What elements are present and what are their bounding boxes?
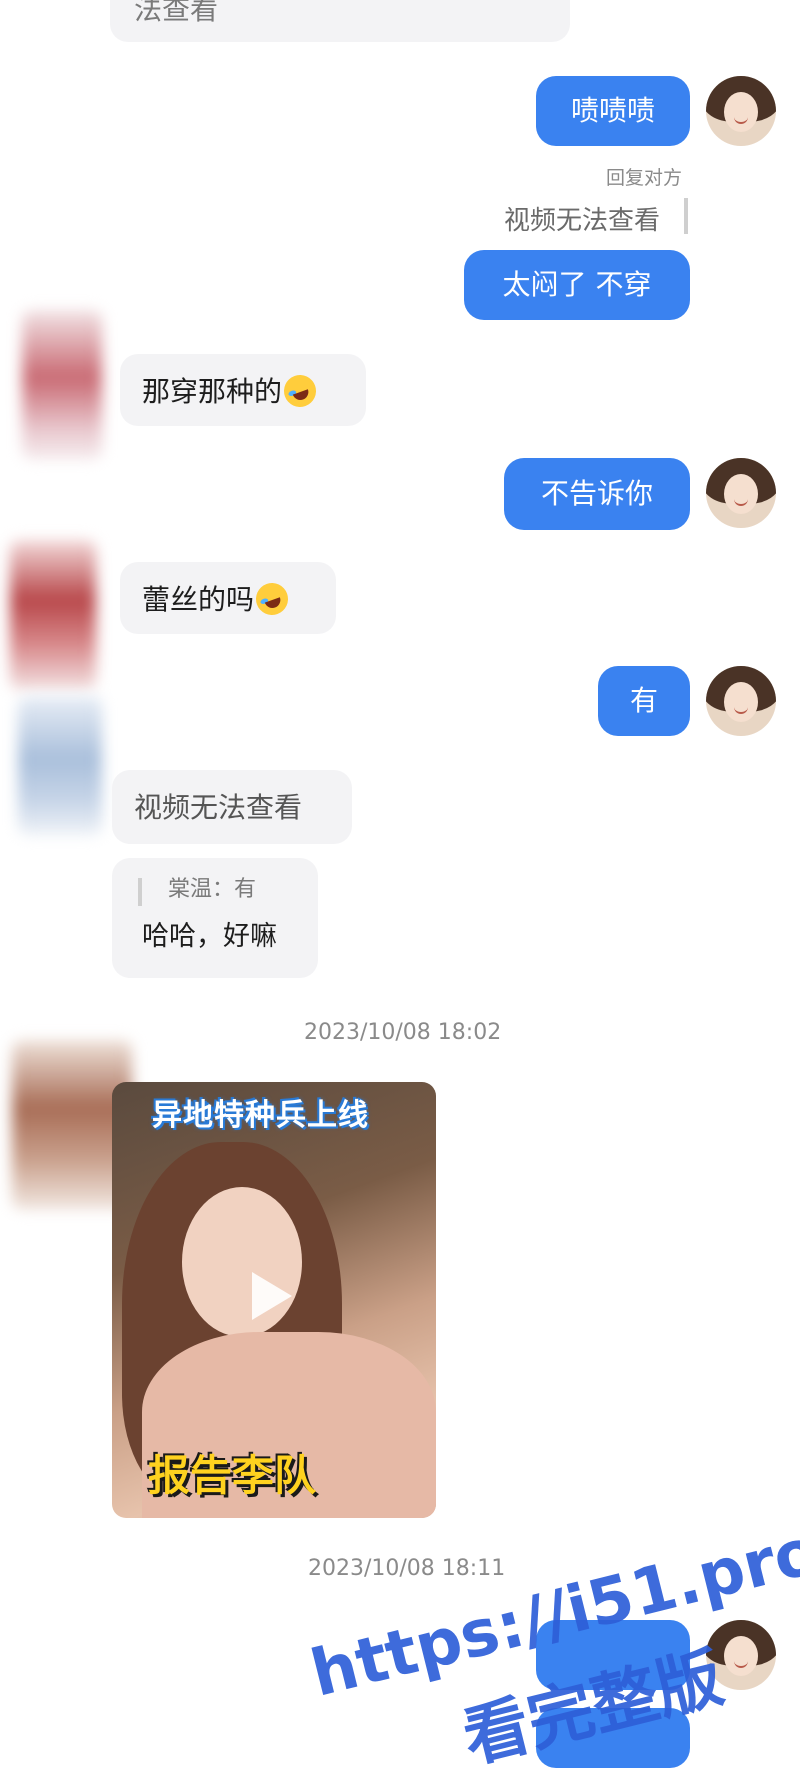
my-avatar[interactable]	[706, 76, 776, 146]
message-text: 视频无法查看	[134, 791, 303, 824]
message-text: 啧啧啧	[570, 93, 655, 127]
message-text: 太闷了 不穿	[502, 267, 652, 301]
incoming-message-partial[interactable]: 法查看	[110, 0, 570, 42]
contact-avatar-blurred[interactable]	[10, 540, 96, 690]
quote-bar	[138, 878, 142, 906]
message-text: 那穿那种的	[142, 375, 283, 408]
my-avatar[interactable]	[706, 458, 776, 528]
message-text: 哈哈，好嘛	[142, 920, 277, 952]
quote-bar	[684, 198, 688, 234]
message-text: 有	[629, 683, 658, 717]
laughing-emoji-icon	[251, 578, 293, 620]
outgoing-message[interactable]: 有	[598, 666, 690, 736]
message-text: 不告诉你	[540, 476, 653, 510]
video-caption-top: 异地特种兵上线	[152, 1098, 369, 1133]
incoming-message[interactable]: 视频无法查看	[112, 770, 352, 844]
incoming-quoted-reply[interactable]: 棠温：有 哈哈，好嘛	[112, 858, 318, 978]
contact-avatar-blurred[interactable]	[18, 696, 102, 836]
outgoing-message[interactable]: 太闷了 不穿	[464, 250, 690, 320]
contact-avatar-blurred[interactable]	[22, 310, 102, 460]
timestamp: 2023/10/08 18:02	[304, 1020, 502, 1045]
my-avatar[interactable]	[706, 666, 776, 736]
laughing-emoji-icon	[279, 370, 321, 412]
incoming-message[interactable]: 那穿那种的	[120, 354, 366, 426]
message-text: 蕾丝的吗	[142, 583, 255, 616]
message-text: 法查看	[134, 0, 219, 26]
quoted-author-text: 棠温：有	[168, 877, 257, 902]
outgoing-message[interactable]: 不告诉你	[504, 458, 690, 530]
play-icon[interactable]	[252, 1272, 292, 1320]
video-message[interactable]: 异地特种兵上线 报告李队	[112, 1082, 436, 1518]
outgoing-message[interactable]: 啧啧啧	[536, 76, 690, 146]
timestamp: 2023/10/08 18:11	[308, 1556, 506, 1581]
incoming-message[interactable]: 蕾丝的吗	[120, 562, 336, 634]
video-caption-bottom: 报告李队	[148, 1451, 317, 1500]
quoted-message-text: 视频无法查看	[504, 206, 661, 236]
reply-hint: 回复对方	[606, 167, 683, 189]
